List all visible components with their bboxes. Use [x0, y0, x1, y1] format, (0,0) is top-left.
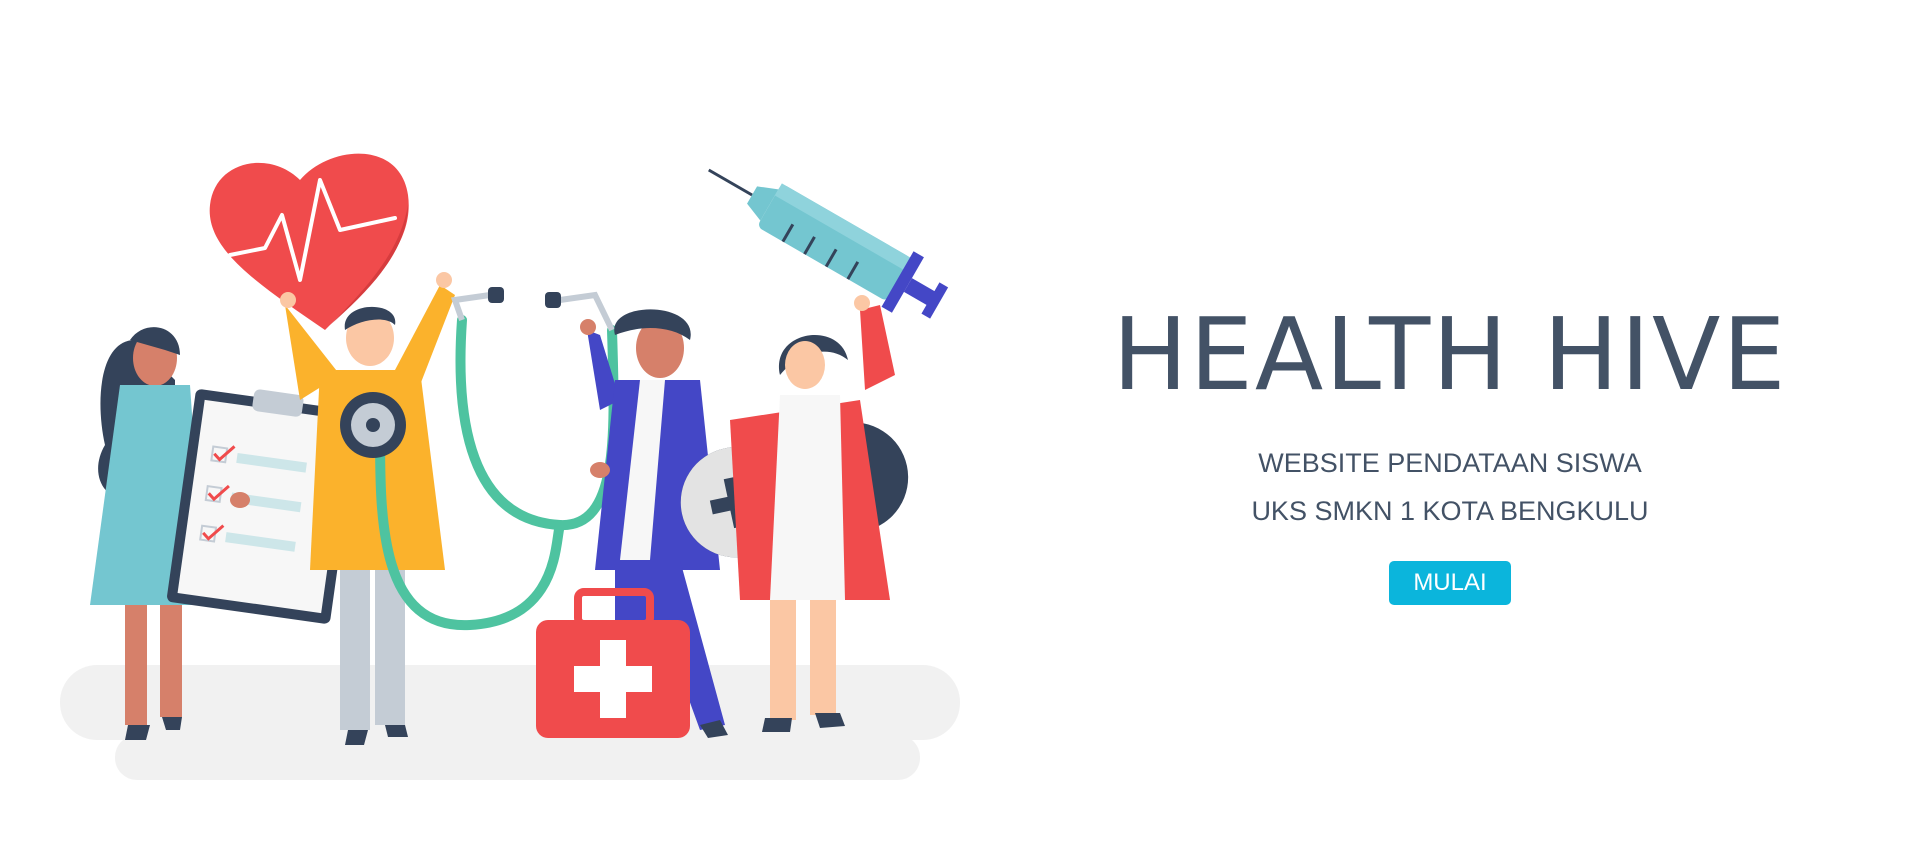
start-button[interactable]: MULAI [1389, 561, 1511, 605]
subtitle-line-1: WEBSITE PENDATAAN SISWA [1258, 448, 1642, 478]
syringe-icon [708, 168, 949, 319]
landing-page: HEALTH HIVE WEBSITE PENDATAAN SISWA UKS … [0, 0, 1916, 865]
hero-section: HEALTH HIVE WEBSITE PENDATAAN SISWA UKS … [1100, 305, 1800, 605]
woman-hand [230, 492, 250, 508]
subtitle-line-2: UKS SMKN 1 KOTA BENGKULU [1251, 496, 1649, 526]
page-title: HEALTH HIVE [1112, 296, 1788, 413]
heart-pulse-icon [209, 153, 409, 330]
medical-team-illustration [60, 153, 960, 780]
